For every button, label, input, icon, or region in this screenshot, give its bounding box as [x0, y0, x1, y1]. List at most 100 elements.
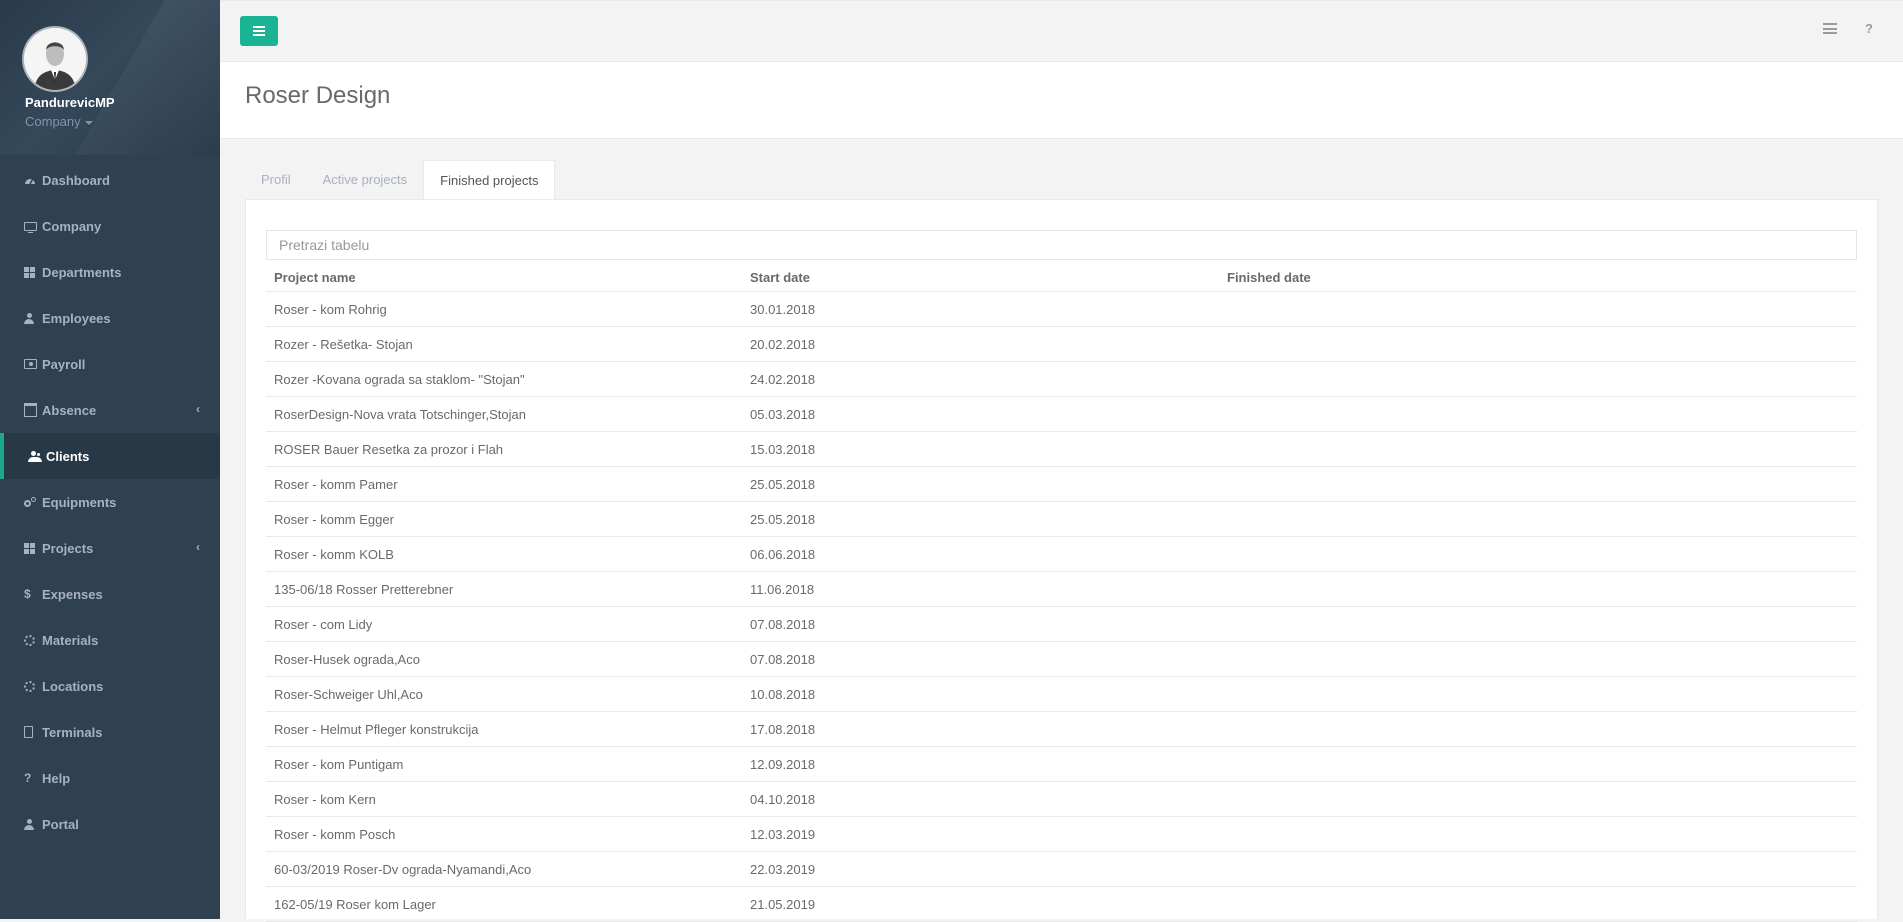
- table-row[interactable]: Roser - komm Posch 12.03.2019: [266, 816, 1857, 852]
- top-navbar: ?: [220, 0, 1903, 62]
- user-icon: [24, 818, 42, 830]
- cell-start-date: 15.03.2018: [742, 431, 1219, 467]
- cell-finished-date: [1219, 676, 1857, 712]
- cell-finished-date: [1219, 466, 1857, 502]
- column-header-finished-date[interactable]: Finished date: [1219, 263, 1857, 292]
- sidebar-item-label: Materials: [42, 632, 99, 648]
- cell-project-name: 135-06/18 Rosser Pretterebner: [266, 571, 742, 607]
- grid-icon: [24, 266, 42, 278]
- tab-active-projects[interactable]: Active projects: [307, 160, 424, 199]
- cell-start-date: 25.05.2018: [742, 466, 1219, 502]
- sidebar-item-terminals[interactable]: Terminals: [0, 709, 220, 755]
- sidebar-item-label: Expenses: [42, 586, 103, 602]
- sidebar: PandurevicMP Company Dashboard Company D…: [0, 0, 220, 919]
- cell-project-name: Roser - kom Rohrig: [266, 291, 742, 327]
- list-line: [1823, 32, 1838, 34]
- recycle-icon: [24, 680, 42, 692]
- profile-role-dropdown[interactable]: Company: [25, 114, 93, 129]
- cell-project-name: 162-05/19 Roser kom Lager: [266, 886, 742, 922]
- cell-project-name: Rozer - Rešetka- Stojan: [266, 326, 742, 362]
- tab-panel-finished-projects: Project name Start date Finished date Ro…: [245, 199, 1878, 922]
- table-row[interactable]: Roser - komm Pamer 25.05.2018: [266, 466, 1857, 502]
- sidebar-item-materials[interactable]: Materials: [0, 617, 220, 663]
- sidebar-item-projects[interactable]: Projects ‹: [0, 525, 220, 571]
- avatar[interactable]: [24, 28, 86, 90]
- column-header-project-name[interactable]: Project name: [266, 263, 742, 292]
- sidebar-item-label: Help: [42, 770, 71, 786]
- table-row[interactable]: RoserDesign-Nova vrata Totschinger,Stoja…: [266, 396, 1857, 432]
- table-row[interactable]: Roser - kom Puntigam 12.09.2018: [266, 746, 1857, 782]
- sidebar-item-label: Portal: [42, 816, 79, 832]
- column-header-start-date[interactable]: Start date: [742, 263, 1219, 292]
- sidebar-item-absence[interactable]: Absence ‹: [0, 387, 220, 433]
- sidebar-item-departments[interactable]: Departments: [0, 249, 220, 295]
- sidebar-item-locations[interactable]: Locations: [0, 663, 220, 709]
- cell-start-date: 20.02.2018: [742, 326, 1219, 362]
- sidebar-item-expenses[interactable]: $ Expenses: [0, 571, 220, 617]
- table-body: Roser - kom Rohrig 30.01.2018 Rozer - Reš…: [266, 291, 1857, 922]
- cell-project-name: Rozer -Kovana ograda sa staklom- "Stojan…: [266, 361, 742, 397]
- sidebar-item-label: Equipments: [42, 494, 117, 510]
- sidebar-item-portal[interactable]: Portal: [0, 801, 220, 847]
- sidebar-item-payroll[interactable]: Payroll: [0, 341, 220, 387]
- page-title: Roser Design: [245, 82, 391, 109]
- cell-finished-date: [1219, 501, 1857, 537]
- cell-project-name: Roser - Helmut Pfleger konstrukcija: [266, 711, 742, 747]
- table-row[interactable]: Roser - Helmut Pfleger konstrukcija 17.08…: [266, 711, 1857, 747]
- cell-finished-date: [1219, 431, 1857, 467]
- cell-start-date: 11.06.2018: [742, 571, 1219, 607]
- sidebar-item-clients[interactable]: Clients: [0, 433, 220, 479]
- help-icon[interactable]: ?: [1865, 21, 1873, 36]
- sidebar-item-equipments[interactable]: Equipments: [0, 479, 220, 525]
- hamburger-icon-line: [253, 34, 265, 36]
- table-row[interactable]: 60-03/2019 Roser-Dv ograda-Nyamandi,Aco 2…: [266, 851, 1857, 887]
- cell-finished-date: [1219, 291, 1857, 327]
- cell-project-name: Roser-Schweiger Uhl,Aco: [266, 676, 742, 712]
- table-row[interactable]: Roser - komm Egger 25.05.2018: [266, 501, 1857, 537]
- cell-project-name: ROSER Bauer Resetka za prozor i Flah: [266, 431, 742, 467]
- table-row[interactable]: 162-05/19 Roser kom Lager 21.05.2019: [266, 886, 1857, 922]
- cell-finished-date: [1219, 536, 1857, 572]
- cell-finished-date: [1219, 326, 1857, 362]
- chevron-left-icon: ‹: [196, 540, 200, 554]
- calendar-icon: [24, 403, 42, 417]
- table-row[interactable]: Roser-Husek ograda,Aco 07.08.2018: [266, 641, 1857, 677]
- tab-profil[interactable]: Profil: [245, 160, 307, 199]
- cogs-icon: [24, 496, 42, 508]
- table-row[interactable]: Roser-Schweiger Uhl,Aco 10.08.2018: [266, 676, 1857, 712]
- sidebar-toggle-button[interactable]: [240, 16, 278, 46]
- money-icon: [24, 359, 42, 369]
- cell-start-date: 07.08.2018: [742, 606, 1219, 642]
- table-row[interactable]: Roser - kom Rohrig 30.01.2018: [266, 291, 1857, 327]
- sidebar-item-dashboard[interactable]: Dashboard: [0, 157, 220, 203]
- table-row[interactable]: 135-06/18 Rosser Pretterebner 11.06.2018: [266, 571, 1857, 607]
- sidebar-item-help[interactable]: ? Help: [0, 755, 220, 801]
- table-row[interactable]: Rozer - Rešetka- Stojan 20.02.2018: [266, 326, 1857, 362]
- table-row[interactable]: Roser - kom Kern 04.10.2018: [266, 781, 1857, 817]
- sidebar-item-label: Company: [42, 218, 102, 234]
- list-line: [1823, 23, 1838, 25]
- list-view-icon[interactable]: [1823, 23, 1838, 34]
- sidebar-item-label: Locations: [42, 678, 104, 694]
- sidebar-item-employees[interactable]: Employees: [0, 295, 220, 341]
- cell-project-name: 60-03/2019 Roser-Dv ograda-Nyamandi,Aco: [266, 851, 742, 887]
- sidebar-item-company[interactable]: Company: [0, 203, 220, 249]
- sidebar-item-label: Departments: [42, 264, 122, 280]
- monitor-icon: [24, 221, 42, 233]
- table-row[interactable]: Roser - com Lidy 07.08.2018: [266, 606, 1857, 642]
- cell-project-name: Roser - kom Kern: [266, 781, 742, 817]
- table-row[interactable]: ROSER Bauer Resetka za prozor i Flah 15.0…: [266, 431, 1857, 467]
- cell-finished-date: [1219, 711, 1857, 747]
- cell-start-date: 10.08.2018: [742, 676, 1219, 712]
- tab-finished-projects[interactable]: Finished projects: [423, 160, 556, 199]
- cell-finished-date: [1219, 851, 1857, 887]
- tab-bar: Profil Active projects Finished projects: [245, 160, 556, 199]
- sidebar-item-label: Projects: [42, 540, 94, 556]
- cell-start-date: 12.03.2019: [742, 816, 1219, 852]
- table-search-input[interactable]: [266, 230, 1857, 260]
- cell-project-name: Roser - komm Pamer: [266, 466, 742, 502]
- table-row[interactable]: Roser - komm KOLB 06.06.2018: [266, 536, 1857, 572]
- dashboard-icon: [24, 175, 42, 186]
- page-heading: Roser Design: [220, 62, 1903, 139]
- table-row[interactable]: Rozer -Kovana ograda sa staklom- "Stojan…: [266, 361, 1857, 397]
